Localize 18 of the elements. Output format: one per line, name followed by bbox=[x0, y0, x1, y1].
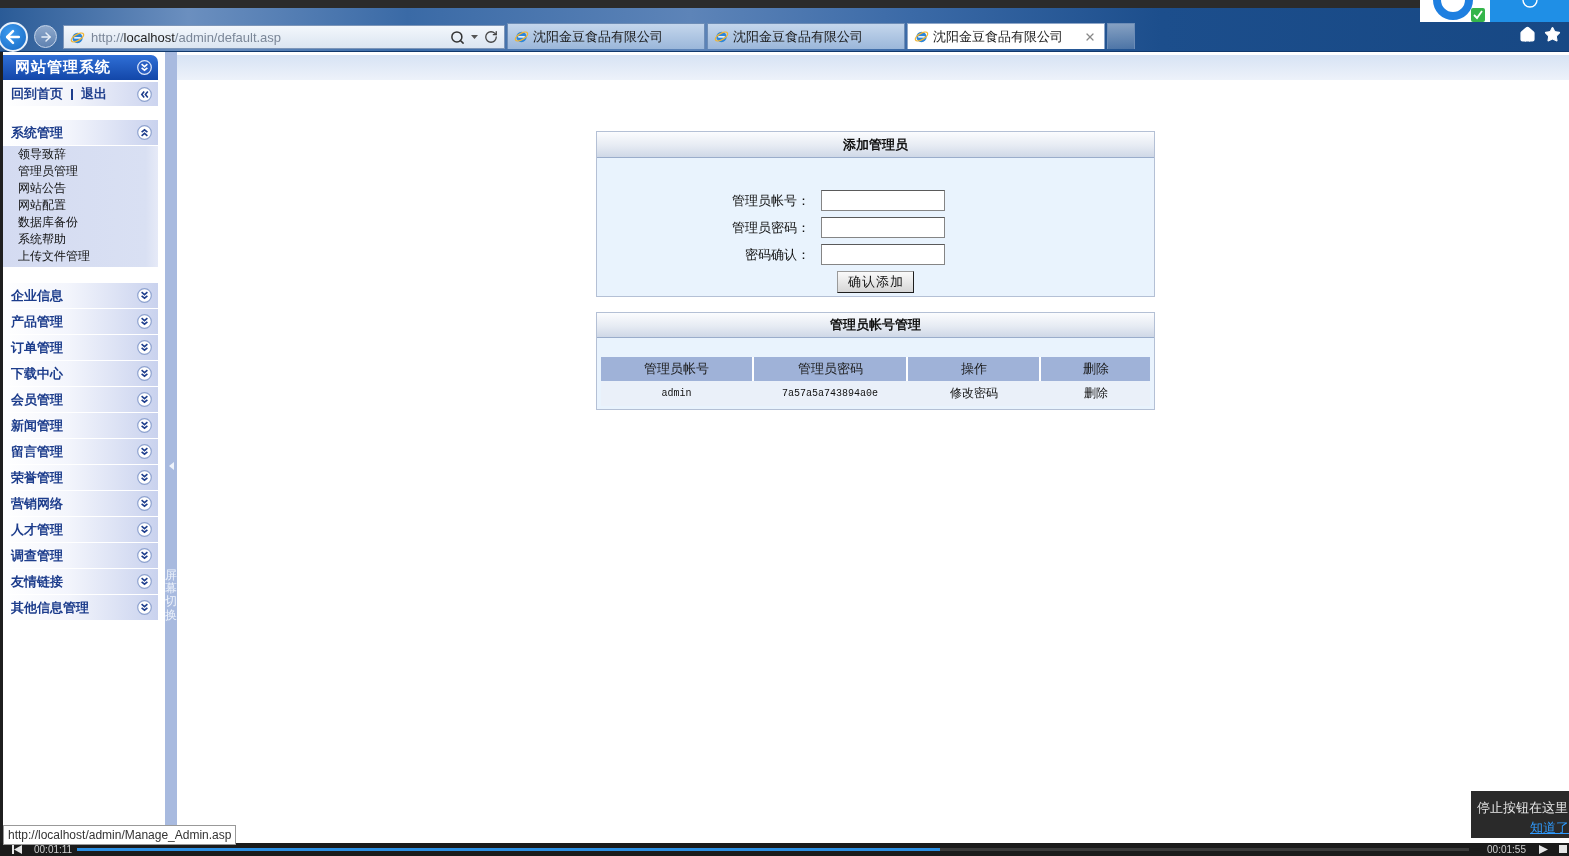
panel-title: 管理员帐号管理 bbox=[597, 313, 1154, 338]
sidebar-title: 网站管理系统 bbox=[15, 58, 112, 77]
column-header: 管理员帐号 bbox=[601, 357, 752, 381]
tip-message: 停止按钮在这里 bbox=[1477, 799, 1568, 817]
splitter-label: 屏幕切换 bbox=[165, 569, 177, 622]
panel-title: 添加管理员 bbox=[597, 132, 1154, 158]
table-cell: 7a57a5a743894a0e bbox=[782, 388, 878, 399]
column-header: 管理员密码 bbox=[754, 357, 906, 381]
field-label: 密码确认： bbox=[744, 245, 811, 264]
field-label: 管理员密码： bbox=[731, 218, 811, 237]
total-time: 00:01:55 bbox=[1487, 844, 1526, 855]
table-cell: admin bbox=[661, 388, 692, 399]
address-url: http://localhost/admin/default.asp bbox=[91, 29, 283, 45]
column-header: 操作 bbox=[908, 357, 1039, 381]
status-url-tooltip: http://localhost/admin/Manage_Admin.asp bbox=[3, 825, 237, 845]
column-header: 删除 bbox=[1041, 357, 1150, 381]
field-label: 管理员帐号： bbox=[731, 191, 811, 210]
elapsed-time: 00:01:11 bbox=[34, 844, 73, 855]
